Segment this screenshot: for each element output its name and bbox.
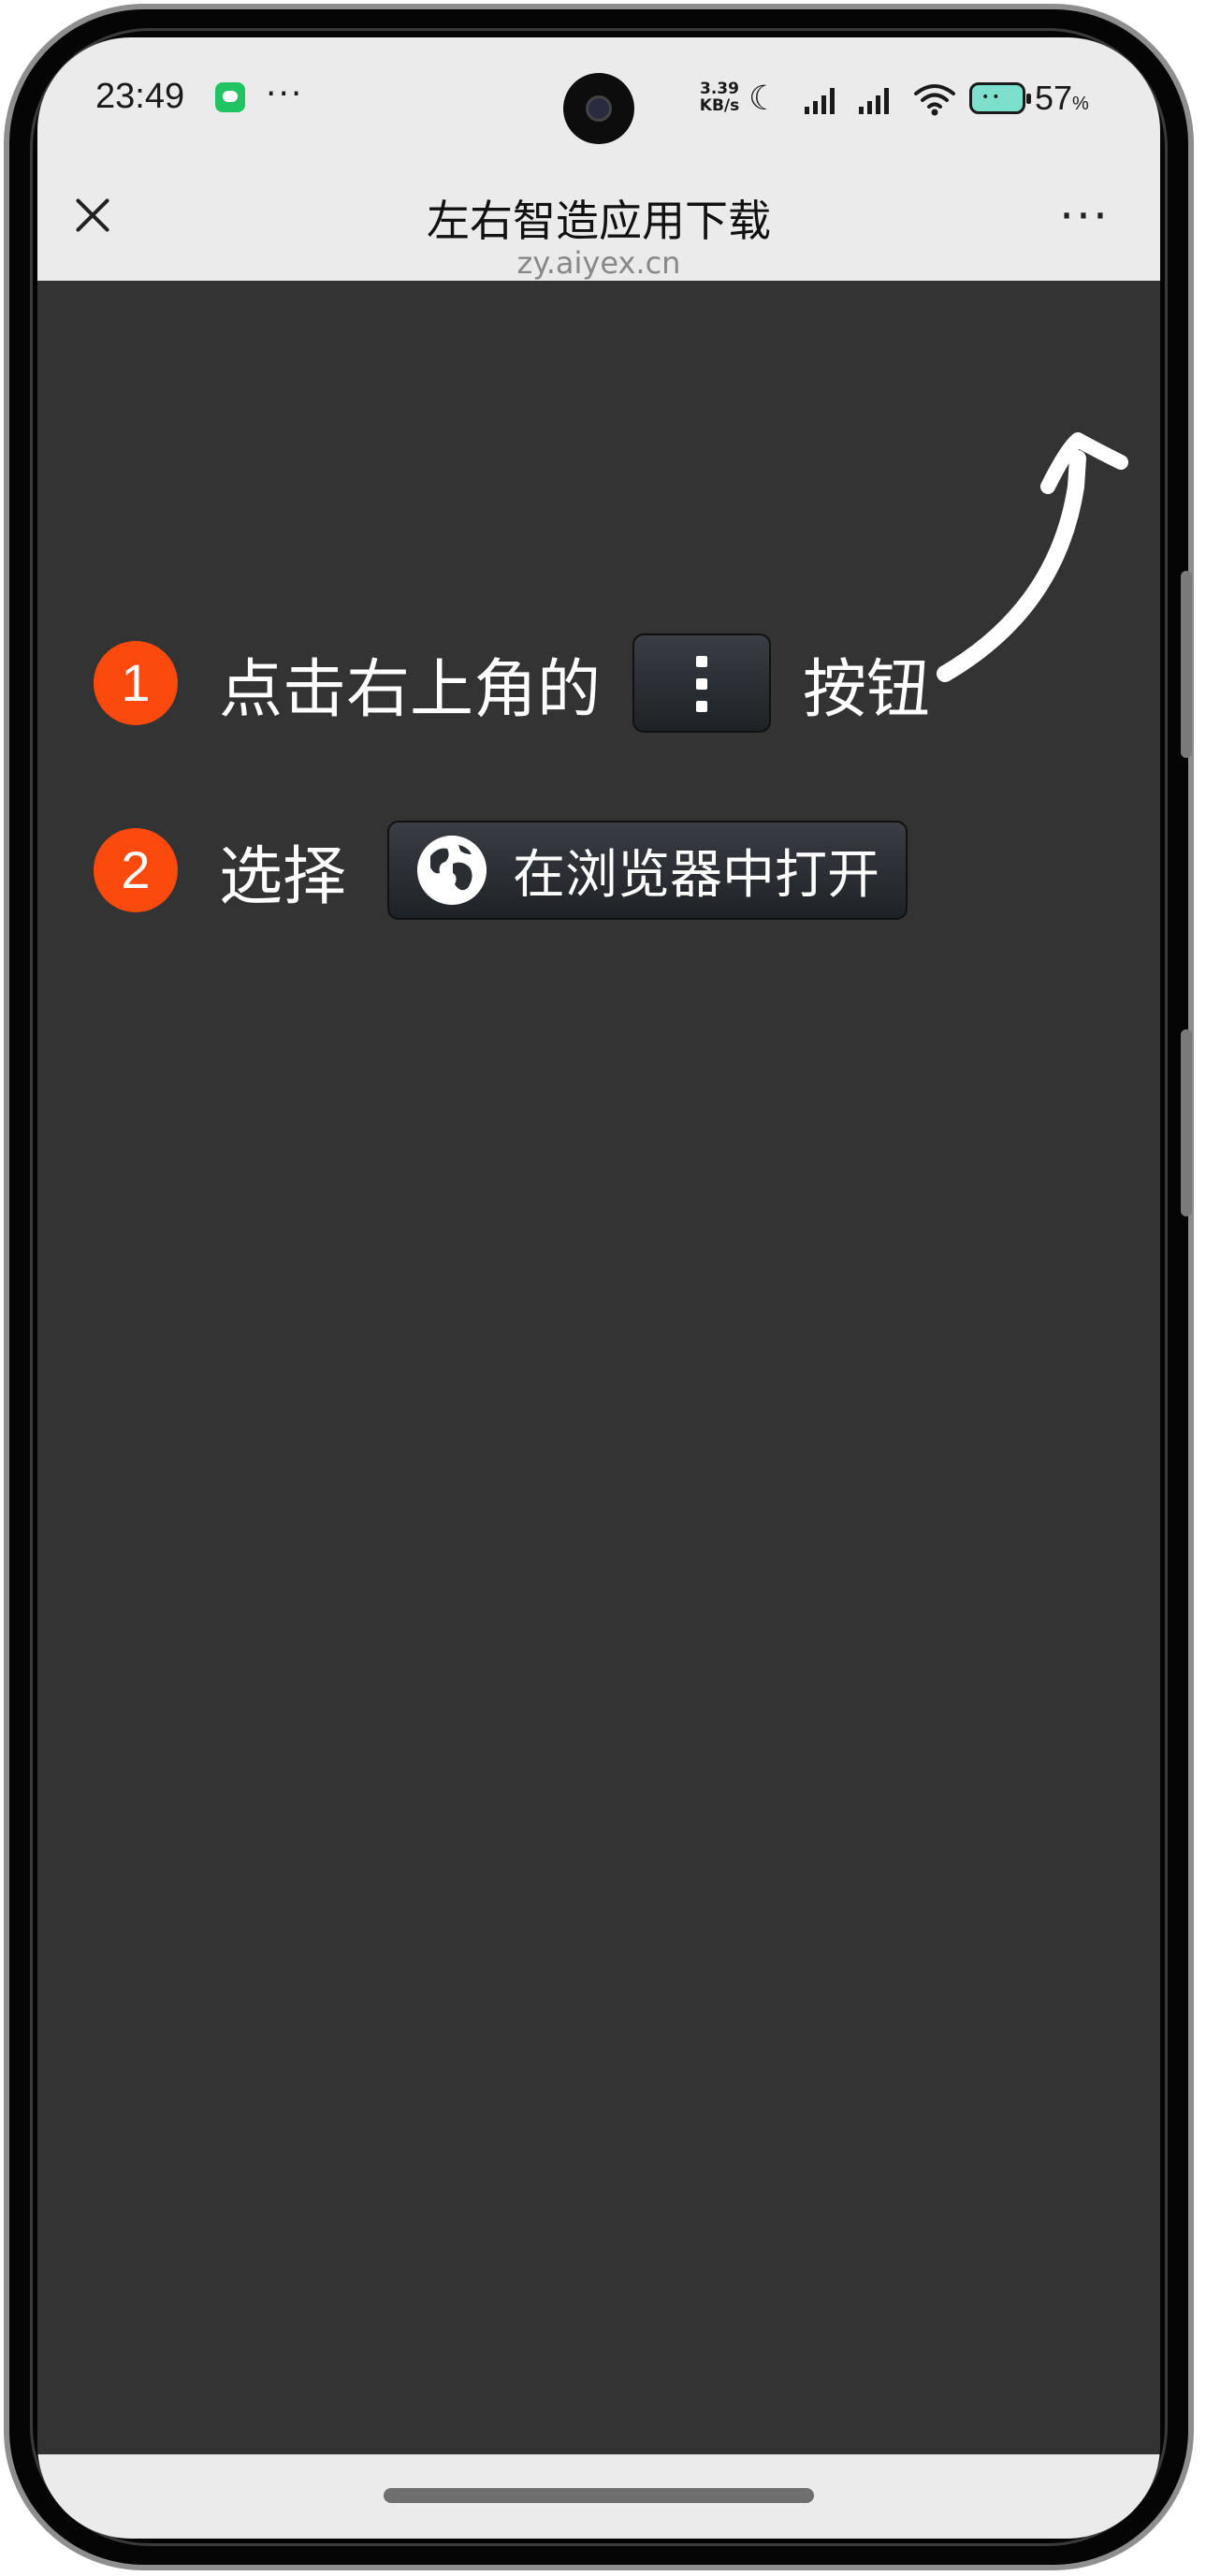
home-indicator[interactable] — [384, 2488, 814, 2503]
page-url: zy.aiyex.cn — [516, 245, 681, 281]
more-options-button[interactable]: ··· — [1052, 193, 1117, 240]
battery-percent-unit: % — [1072, 94, 1089, 114]
volume-button — [1181, 571, 1192, 758]
step-2-text: 选择 — [219, 839, 347, 914]
network-speed: 3.39 KB/s — [696, 80, 743, 114]
globe-icon — [417, 836, 487, 905]
header-area: 23:49 ··· 3.39 KB/s ☾ •• 57% 左右智造应用下载 zy… — [37, 37, 1160, 281]
step-number-badge: 2 — [94, 828, 178, 912]
moon-icon: ☾ — [748, 80, 779, 118]
network-speed-value: 3.39 — [700, 80, 739, 98]
instruction-step-1: 1 点击右上角的 按钮 — [94, 632, 930, 735]
battery-percent-value: 57 — [1035, 79, 1073, 117]
step-1-text-after: 按钮 — [803, 652, 931, 727]
phone-screen: 23:49 ··· 3.39 KB/s ☾ •• 57% 左右智造应用下载 zy… — [37, 37, 1160, 2539]
step-1-text-before: 点击右上角的 — [219, 652, 602, 727]
battery-percent: 57% — [1035, 79, 1089, 118]
notification-overflow-icon: ··· — [266, 75, 304, 113]
signal-icon — [859, 86, 896, 114]
open-in-browser-label: 在浏览器中打开 — [513, 844, 880, 906]
step-number-badge: 1 — [94, 641, 178, 725]
front-camera — [563, 73, 634, 144]
curved-arrow-icon — [937, 432, 1128, 682]
battery-icon: •• — [969, 82, 1031, 114]
wifi-icon — [914, 84, 955, 116]
power-button — [1181, 1029, 1192, 1216]
network-speed-unit: KB/s — [699, 96, 740, 115]
wechat-icon — [215, 82, 245, 112]
kebab-menu-icon — [632, 633, 772, 733]
status-time: 23:49 — [95, 77, 185, 116]
signal-icon — [805, 86, 842, 114]
open-in-browser-chip: 在浏览器中打开 — [387, 821, 908, 920]
page-title: 左右智造应用下载 — [427, 196, 771, 246]
bottom-bar — [37, 2454, 1160, 2539]
instruction-step-2: 2 选择 在浏览器中打开 — [94, 819, 908, 922]
